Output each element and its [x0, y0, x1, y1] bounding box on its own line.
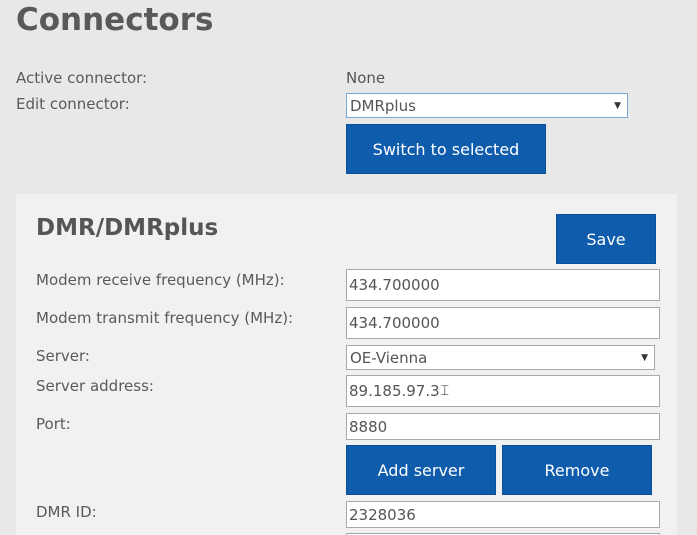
add-server-button[interactable]: Add server	[346, 445, 496, 495]
port-input[interactable]: 8880	[346, 413, 660, 440]
server-select[interactable]: OE-Vienna ▼	[346, 345, 655, 370]
chevron-down-icon: ▼	[641, 352, 648, 363]
chevron-down-icon: ▼	[614, 100, 621, 111]
rx-frequency-input[interactable]: 434.700000	[346, 269, 660, 301]
edit-connector-select[interactable]: DMRplus ▼	[346, 93, 628, 118]
dmr-id-value: 2328036	[349, 505, 416, 524]
connectors-page: Connectors Active connector: None Edit c…	[0, 0, 697, 535]
save-button[interactable]: Save	[556, 214, 656, 264]
page-title: Connectors	[16, 2, 214, 38]
panel-title: DMR/DMRplus	[36, 215, 219, 241]
text-cursor-icon: ⌶	[440, 383, 450, 399]
edit-connector-selected: DMRplus	[350, 96, 416, 115]
remove-server-button[interactable]: Remove	[502, 445, 652, 495]
dmr-id-input[interactable]: 2328036	[346, 501, 660, 528]
tx-frequency-input[interactable]: 434.700000	[346, 307, 660, 339]
active-connector-value: None	[346, 69, 386, 87]
tx-frequency-value: 434.700000	[349, 314, 440, 332]
switch-to-selected-button[interactable]: Switch to selected	[346, 124, 546, 174]
edit-connector-label: Edit connector:	[16, 95, 130, 113]
server-selected: OE-Vienna	[350, 348, 428, 367]
server-address-input[interactable]: 89.185.97.3 ⌶	[346, 375, 660, 407]
rx-frequency-value: 434.700000	[349, 276, 440, 294]
port-label: Port:	[36, 415, 71, 433]
dmr-id-label: DMR ID:	[36, 503, 97, 521]
rx-frequency-label: Modem receive frequency (MHz):	[36, 271, 285, 289]
server-address-label: Server address:	[36, 377, 154, 395]
port-value: 8880	[349, 417, 388, 436]
server-address-value: 89.185.97.3	[349, 382, 440, 400]
server-label: Server:	[36, 347, 90, 365]
active-connector-label: Active connector:	[16, 69, 148, 87]
tx-frequency-label: Modem transmit frequency (MHz):	[36, 309, 294, 327]
